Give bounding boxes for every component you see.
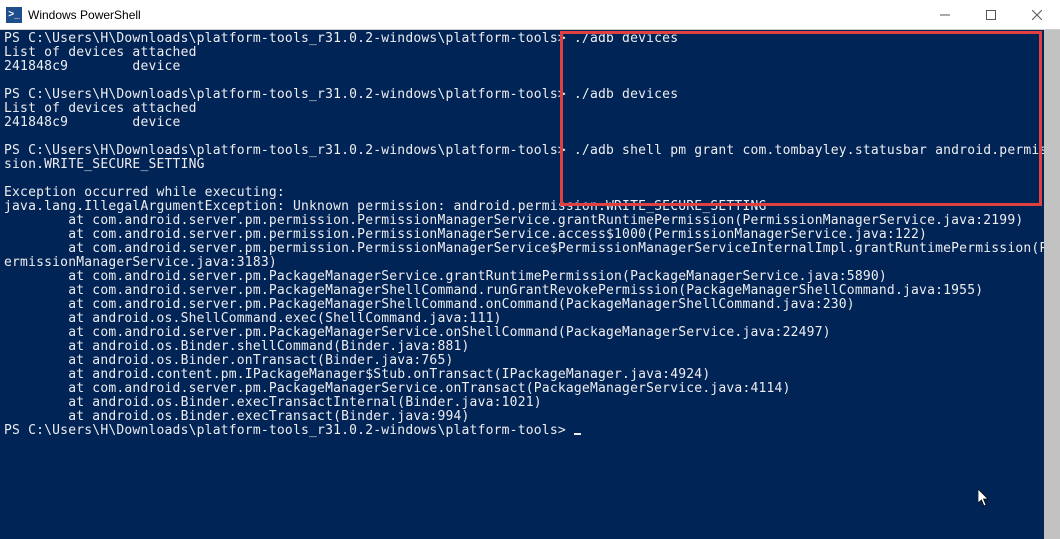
terminal-line: PS C:\Users\H\Downloads\platform-tools_r… <box>4 88 1056 102</box>
terminal-line: sion.WRITE_SECURE_SETTING <box>4 158 1056 172</box>
terminal-line: Exception occurred while executing: <box>4 186 1056 200</box>
powershell-icon: >_ <box>6 7 22 23</box>
minimize-button[interactable] <box>922 0 968 30</box>
terminal-line: at com.android.server.pm.permission.Perm… <box>4 228 1056 242</box>
terminal-line: List of devices attached <box>4 102 1056 116</box>
terminal-line: at android.os.Binder.execTransactInterna… <box>4 396 1056 410</box>
terminal-line <box>4 130 1056 144</box>
terminal-line: at android.os.Binder.shellCommand(Binder… <box>4 340 1056 354</box>
terminal-line: at com.android.server.pm.permission.Perm… <box>4 242 1056 256</box>
close-button[interactable] <box>1014 0 1060 30</box>
terminal-body[interactable]: PS C:\Users\H\Downloads\platform-tools_r… <box>0 30 1060 539</box>
terminal-line: PS C:\Users\H\Downloads\platform-tools_r… <box>4 32 1056 46</box>
terminal-line: at android.os.Binder.execTransact(Binder… <box>4 410 1056 424</box>
window-title: Windows PowerShell <box>28 8 141 22</box>
terminal-line: 241848c9 device <box>4 60 1056 74</box>
window-controls <box>922 0 1060 30</box>
terminal-line: at com.android.server.pm.PackageManagerS… <box>4 270 1056 284</box>
terminal-line: 241848c9 device <box>4 116 1056 130</box>
terminal-line: ermissionManagerService.java:3183) <box>4 256 1056 270</box>
terminal-line: List of devices attached <box>4 46 1056 60</box>
terminal-line: java.lang.IllegalArgumentException: Unkn… <box>4 200 1056 214</box>
scrollbar-thumb[interactable] <box>1044 30 1060 539</box>
terminal-line: PS C:\Users\H\Downloads\platform-tools_r… <box>4 144 1056 158</box>
text-cursor <box>574 433 581 435</box>
terminal-line: at android.os.Binder.onTransact(Binder.j… <box>4 354 1056 368</box>
terminal-line <box>4 74 1056 88</box>
terminal-line: at android.content.pm.IPackageManager$St… <box>4 368 1056 382</box>
vertical-scrollbar[interactable] <box>1044 30 1060 539</box>
terminal-line: at com.android.server.pm.PackageManagerS… <box>4 284 1056 298</box>
terminal-line <box>4 172 1056 186</box>
terminal-line: at com.android.server.pm.permission.Perm… <box>4 214 1056 228</box>
terminal-line: at com.android.server.pm.PackageManagerS… <box>4 298 1056 312</box>
maximize-button[interactable] <box>968 0 1014 30</box>
title-left: >_ Windows PowerShell <box>0 7 141 23</box>
terminal-line: at android.os.ShellCommand.exec(ShellCom… <box>4 312 1056 326</box>
terminal-line: at com.android.server.pm.PackageManagerS… <box>4 326 1056 340</box>
terminal-line: at com.android.server.pm.PackageManagerS… <box>4 382 1056 396</box>
terminal-line: PS C:\Users\H\Downloads\platform-tools_r… <box>4 424 1056 438</box>
window-titlebar: >_ Windows PowerShell <box>0 0 1060 30</box>
